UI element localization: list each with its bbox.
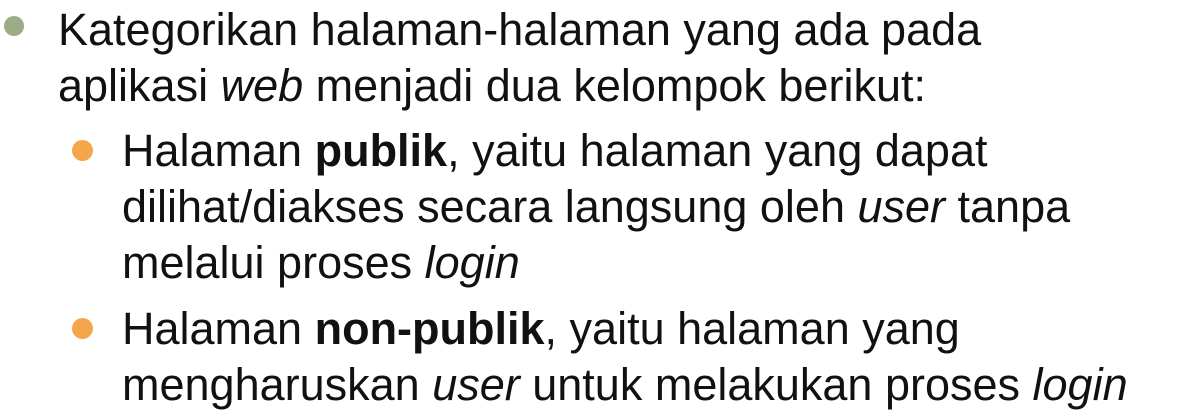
sub-bullet-publik-line-1-pre: Halaman <box>122 125 315 176</box>
main-bullet-line-1-text: Kategorikan halaman-halaman yang ada pad… <box>58 4 982 55</box>
main-bullet-line-2-pre: aplikasi <box>58 60 221 111</box>
main-bullet-line-2: aplikasi web menjadi dua kelompok beriku… <box>58 58 1178 114</box>
bullet-dot-level-2 <box>72 140 93 161</box>
sub-bullet-publik-line-1-post: , yaitu halaman yang dapat <box>447 125 988 176</box>
sub-bullet-publik-line-2-pre: dilihat/diakses secara langsung oleh <box>122 181 858 232</box>
main-bullet-line-2-em: web <box>220 60 304 111</box>
sub-bullet-non-publik-term: non-publik <box>314 303 545 354</box>
sub-bullet-non-publik-line-2-pre: mengharuskan <box>122 359 433 410</box>
main-bullet-line-1: Kategorikan halaman-halaman yang ada pad… <box>58 2 1178 58</box>
sub-bullet-publik-term: publik <box>314 125 448 176</box>
slide: Kategorikan halaman-halaman yang ada pad… <box>0 0 1195 416</box>
sub-bullet-non-publik-line-1-pre: Halaman <box>122 303 315 354</box>
sub-bullet-publik-line-1: Halaman publik, yaitu halaman yang dapat <box>122 123 1192 179</box>
main-bullet-line-2-post: menjadi dua kelompok berikut: <box>303 60 926 111</box>
sub-bullet-non-publik-line-2-mid: untuk melakukan proses <box>519 359 1033 410</box>
sub-bullet-publik-line-2-em: user <box>857 181 946 232</box>
bullet-dot-level-2 <box>72 318 93 339</box>
sub-bullet-publik-line-3-pre: melalui proses <box>122 237 425 288</box>
sub-bullet-non-publik-line-2-em: user <box>432 359 520 410</box>
sub-bullet-publik-line-3: melalui proses login <box>122 235 1192 291</box>
sub-bullet-non-publik-line-2-em2: login <box>1032 359 1128 410</box>
sub-bullet-publik: Halaman publik, yaitu halaman yang dapat… <box>122 123 1192 291</box>
sub-bullet-non-publik-line-1-post: , yaitu halaman yang <box>544 303 960 354</box>
sub-bullet-non-publik-line-2: mengharuskan user untuk melakukan proses… <box>122 357 1192 413</box>
sub-bullet-publik-line-2: dilihat/diakses secara langsung oleh use… <box>122 179 1192 235</box>
sub-bullet-publik-line-2-post: tanpa <box>945 181 1071 232</box>
sub-bullet-publik-line-3-em: login <box>424 237 520 288</box>
sub-bullet-non-publik-line-1: Halaman non-publik, yaitu halaman yang <box>122 301 1192 357</box>
sub-bullet-non-publik: Halaman non-publik, yaitu halaman yang m… <box>122 301 1192 413</box>
bullet-dot-level-1 <box>4 16 24 36</box>
main-bullet-text: Kategorikan halaman-halaman yang ada pad… <box>58 2 1178 114</box>
